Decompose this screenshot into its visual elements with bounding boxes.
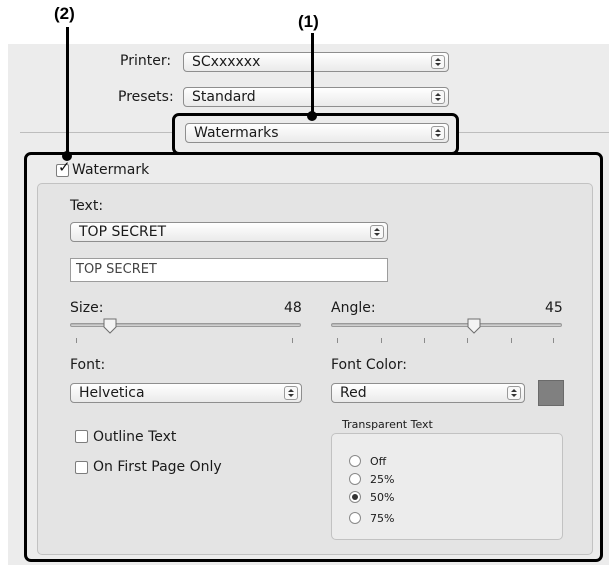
outline-text-label: Outline Text [93,429,177,445]
angle-slider-knob[interactable] [467,318,481,334]
watermark-checkbox[interactable]: ✓ [56,160,71,177]
transparent-option-label: 50% [370,491,395,504]
updown-arrows-icon [507,386,521,400]
transparent-text-title: Transparent Text [342,418,433,431]
font-label: Font: [70,357,106,373]
angle-tick [467,338,468,343]
printer-select[interactable]: SCxxxxxx [183,52,449,72]
text-label: Text: [70,198,104,214]
font-color-select[interactable]: Red [331,383,525,403]
checkmark-icon: ✓ [58,158,71,176]
font-select-value: Helvetica [79,385,145,401]
font-color-swatch[interactable] [538,380,564,406]
updown-arrows-icon [284,386,298,400]
size-value: 48 [284,300,302,316]
angle-label: Angle: [331,300,376,316]
text-select[interactable]: TOP SECRET [70,222,388,242]
updown-arrows-icon [370,225,384,239]
angle-tick [381,338,382,343]
transparent-option-label: 25% [370,473,395,486]
angle-tick [337,338,338,343]
separator-right [458,132,609,133]
watermark-label: Watermark [72,162,150,178]
angle-tick [553,338,554,343]
transparent-text-group [331,433,563,540]
callout-1: (1) [298,12,319,31]
transparent-option-label: Off [370,455,387,468]
outline-text-checkbox[interactable] [75,430,88,443]
updown-arrows-icon [431,55,445,69]
printer-value: SCxxxxxx [192,54,261,70]
font-color-label: Font Color: [331,357,407,373]
separator-left [20,132,174,133]
transparent-radio-off[interactable] [349,455,361,467]
updown-arrows-icon [431,90,445,104]
transparent-radio-75[interactable] [349,512,361,524]
size-tick [76,338,77,343]
size-label: Size: [70,300,104,316]
size-tick [292,338,293,343]
transparent-radio-25[interactable] [349,473,361,485]
size-slider-knob[interactable] [103,318,117,334]
angle-tick [511,338,512,343]
first-page-only-checkbox[interactable] [75,461,88,474]
transparent-radio-50[interactable] [349,491,361,503]
presets-value: Standard [192,89,256,105]
printer-label: Printer: [120,53,172,69]
text-select-value: TOP SECRET [79,224,167,240]
callout-2-leader [66,27,69,159]
transparent-option-label: 75% [370,512,395,525]
angle-tick [424,338,425,343]
angle-slider-track[interactable] [331,323,562,327]
presets-select[interactable]: Standard [183,87,449,107]
callout-1-leader [311,33,314,117]
first-page-only-label: On First Page Only [93,459,222,475]
font-color-select-value: Red [340,385,367,401]
watermark-text-field[interactable]: TOP SECRET [70,258,388,282]
callout-2: (2) [54,4,75,23]
angle-value: 45 [545,300,563,316]
callout-1-dot [307,111,317,121]
presets-label: Presets: [118,89,174,105]
font-select[interactable]: Helvetica [70,383,302,403]
